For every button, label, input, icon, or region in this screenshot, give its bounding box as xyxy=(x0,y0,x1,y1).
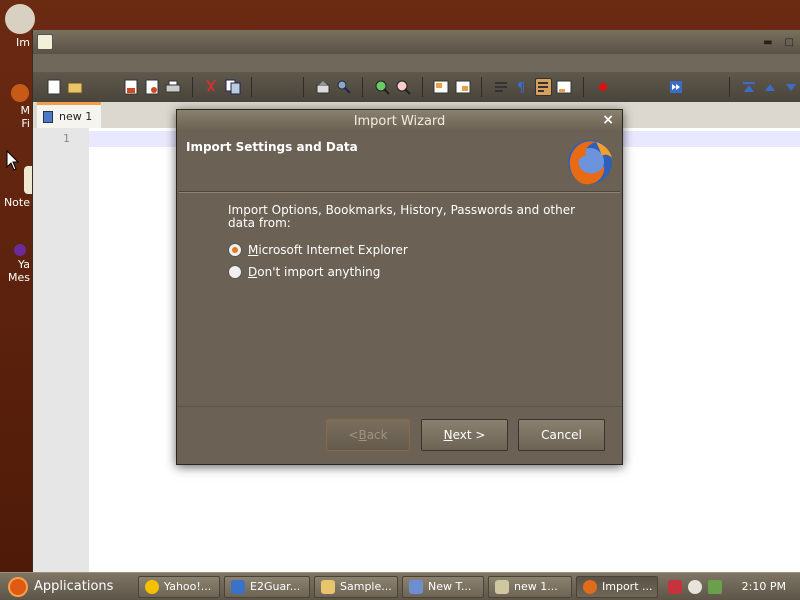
messenger-status-icon[interactable] xyxy=(687,579,702,594)
taskbar-item-label: New T... xyxy=(428,580,472,593)
radio-label-dont-import: Don't import anything xyxy=(248,265,381,279)
dialog-heading: Import Settings and Data xyxy=(186,140,358,154)
save-all-icon[interactable] xyxy=(143,78,160,96)
sync-scroll-icon[interactable] xyxy=(433,78,450,96)
header-divider xyxy=(179,191,620,193)
shield-icon[interactable] xyxy=(667,579,682,594)
maximize-icon[interactable]: □ xyxy=(785,37,794,48)
zoom-out-icon[interactable] xyxy=(395,78,412,96)
up-arrow-icon[interactable] xyxy=(762,78,779,96)
applications-label: Applications xyxy=(34,579,114,594)
taskbar-item-new-t[interactable]: New T... xyxy=(402,575,484,598)
ie-icon xyxy=(231,579,245,594)
save-icon[interactable] xyxy=(122,78,139,96)
run-macro-multiple-icon[interactable] xyxy=(667,78,684,96)
network-icon[interactable] xyxy=(707,579,722,594)
document-icon xyxy=(409,579,423,594)
import-icon xyxy=(5,4,35,34)
down-arrow-icon[interactable] xyxy=(783,78,800,96)
taskbar-item-yahoo[interactable]: Yahoo!... xyxy=(138,575,220,598)
taskbar-item-e2guardian[interactable]: E2Guar... xyxy=(224,575,310,598)
editor-titlebar[interactable]: ▬ □ xyxy=(33,30,800,54)
applications-menu[interactable]: Applications xyxy=(0,573,134,600)
taskbar-item-label: E2Guar... xyxy=(250,580,301,593)
new-file-icon[interactable] xyxy=(45,78,62,96)
cancel-button[interactable]: Cancel xyxy=(518,419,605,451)
editor-toolbar: ¶ xyxy=(33,72,800,102)
radio-button-unselected[interactable] xyxy=(228,265,242,279)
taskbar-item-label: Sample... xyxy=(340,580,392,593)
tab-new-1[interactable]: new 1 xyxy=(37,102,101,128)
system-tray: 2:10 PM xyxy=(667,579,800,594)
indent-guide-icon[interactable] xyxy=(492,78,509,96)
window-controls: ▬ □ xyxy=(763,37,800,48)
svg-text:¶: ¶ xyxy=(517,81,525,95)
dialog-titlebar[interactable]: Import Wizard × xyxy=(177,110,622,132)
go-top-icon[interactable] xyxy=(740,78,757,96)
radio-dot xyxy=(232,247,238,253)
close-icon[interactable]: × xyxy=(602,112,614,128)
tab-label: new 1 xyxy=(59,110,93,123)
folder-icon xyxy=(321,579,335,594)
dialog-title: Import Wizard xyxy=(353,113,446,129)
print-icon[interactable] xyxy=(165,78,182,96)
radio-label-internet-explorer: Microsoft Internet Explorer xyxy=(248,243,408,257)
firefox-logo-icon xyxy=(568,140,612,185)
taskbar-item-sample[interactable]: Sample... xyxy=(314,575,398,598)
yahoo-icon xyxy=(145,579,159,594)
taskbar: Applications Yahoo!... E2Guar... Sample.… xyxy=(0,572,800,600)
open-file-icon[interactable] xyxy=(66,78,83,96)
yahoo-messenger-icon xyxy=(14,244,26,256)
dialog-button-area: < Back Next > Cancel xyxy=(177,406,622,464)
radio-button-selected[interactable] xyxy=(228,243,242,257)
editor-menubar xyxy=(33,54,800,72)
import-wizard-dialog: Import Wizard × Import Settings and Data… xyxy=(176,109,623,465)
show-symbols-icon[interactable]: ¶ xyxy=(513,78,530,96)
find-icon[interactable] xyxy=(314,78,331,96)
taskbar-item-import[interactable]: Import ... xyxy=(576,575,658,598)
next-button[interactable]: Next > xyxy=(421,419,508,451)
replace-icon[interactable] xyxy=(335,78,352,96)
line-number-gutter: 1 xyxy=(33,128,89,572)
taskbar-item-label: new 1... xyxy=(514,580,558,593)
document-icon xyxy=(43,110,53,123)
taskbar-item-label: Yahoo!... xyxy=(164,580,212,593)
minimize-icon[interactable]: ▬ xyxy=(763,37,772,48)
taskbar-item-new-1[interactable]: new 1... xyxy=(488,575,572,598)
user-defined-icon[interactable] xyxy=(556,78,573,96)
back-button[interactable]: < Back xyxy=(326,419,410,451)
cut-icon[interactable] xyxy=(203,78,220,96)
radio-option-internet-explorer[interactable]: Microsoft Internet Explorer xyxy=(228,239,588,261)
firefox-icon xyxy=(11,84,29,102)
notepad-icon xyxy=(495,579,509,594)
notepad-app-icon xyxy=(37,34,53,50)
mouse-cursor-icon xyxy=(6,150,20,171)
record-macro-icon[interactable] xyxy=(594,78,611,96)
intro-text: Import Options, Bookmarks, History, Pass… xyxy=(228,203,576,230)
firefox-icon xyxy=(583,579,597,594)
ubuntu-logo-icon xyxy=(8,576,28,597)
zoom-in-icon[interactable] xyxy=(373,78,390,96)
taskbar-item-label: Import ... xyxy=(602,580,653,593)
line-number: 1 xyxy=(63,132,70,145)
dialog-body: Import Options, Bookmarks, History, Pass… xyxy=(228,204,588,283)
word-wrap-icon[interactable] xyxy=(454,78,471,96)
radio-option-dont-import[interactable]: Don't import anything xyxy=(228,261,588,283)
copy-icon[interactable] xyxy=(224,78,241,96)
clock[interactable]: 2:10 PM xyxy=(742,580,786,593)
highlight-icon[interactable] xyxy=(534,78,552,96)
dialog-header: Import Settings and Data xyxy=(177,132,622,192)
